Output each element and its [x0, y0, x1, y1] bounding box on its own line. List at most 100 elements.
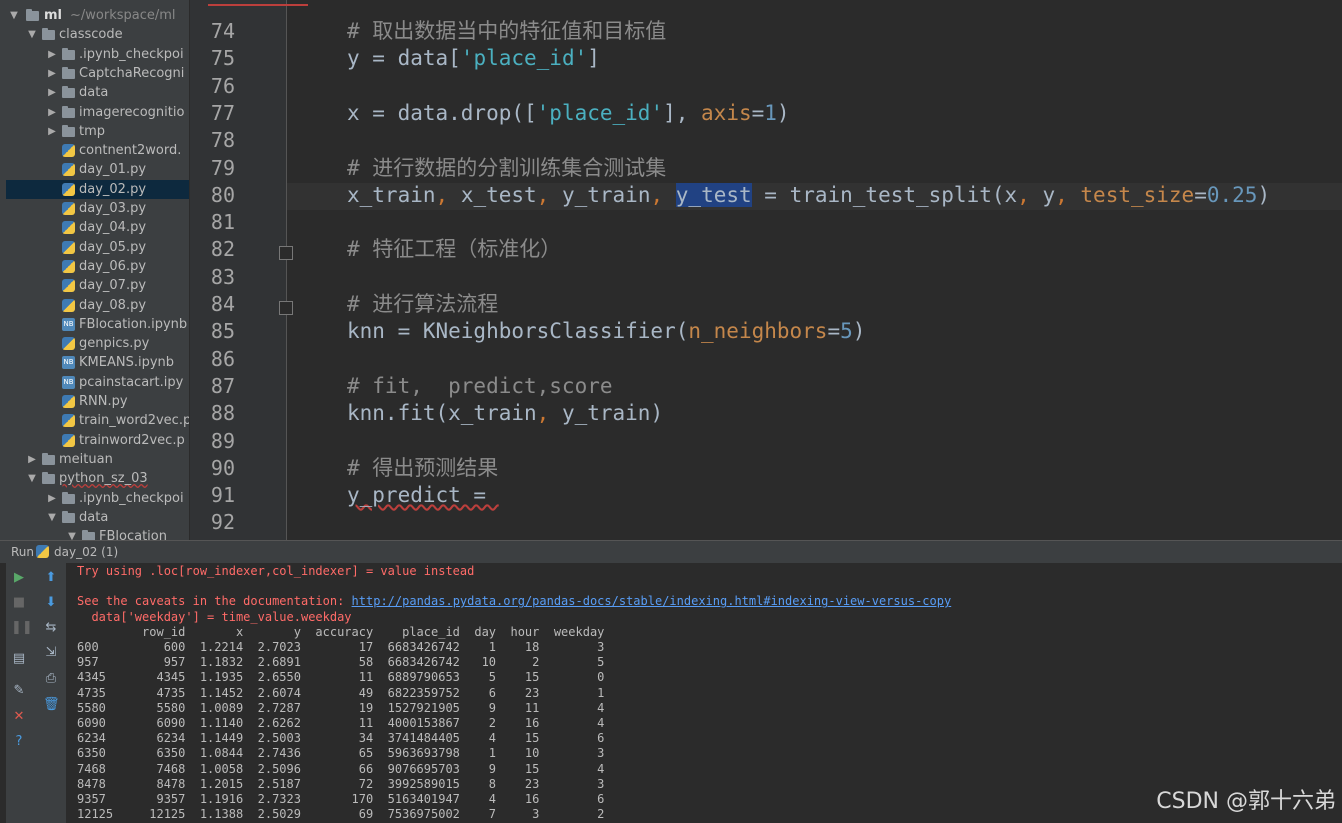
python-file-icon — [62, 414, 75, 428]
tree-item[interactable]: NB pcainstacart.ipy — [6, 373, 189, 392]
code-line[interactable]: # 得出预测结果 — [347, 455, 498, 482]
tree-item-label: tmp — [79, 123, 106, 139]
expanded-arrow-icon[interactable]: ▼ — [66, 527, 78, 540]
tree-item[interactable]: day_07.py — [6, 276, 189, 295]
code-token: knn = KNeighborsClassifier( — [347, 319, 689, 344]
code-line[interactable]: x_train, x_test, y_train, y_test = train… — [347, 182, 1270, 209]
code-line[interactable]: # 特征工程（标准化） — [347, 236, 561, 263]
tree-item[interactable]: ▶ CaptchaRecogni — [6, 64, 189, 83]
tree-item[interactable]: ▶ imagerecognitio — [6, 103, 189, 122]
line-number: 76 — [210, 73, 235, 98]
tree-item[interactable]: ▼ FBlocation — [6, 527, 189, 540]
soft-wrap-icon[interactable]: ⇆ — [43, 620, 59, 636]
run-console-output[interactable]: Try using .loc[row_indexer,col_indexer] … — [66, 563, 1342, 823]
run-config-name[interactable]: day_02 (1) — [54, 541, 118, 563]
editor-tab-indicator[interactable] — [208, 0, 308, 6]
tree-item[interactable]: ▼ python_sz_03 — [6, 469, 189, 488]
tree-item[interactable]: NB FBlocation.ipynb — [6, 315, 189, 334]
tree-item[interactable]: contnent2word. — [6, 141, 189, 160]
tree-item[interactable]: day_03.py — [6, 199, 189, 218]
tree-item[interactable]: train_word2vec.p — [6, 411, 189, 430]
line-number: 86 — [210, 346, 235, 371]
code-token: test_size — [1080, 182, 1195, 207]
notebook-file-icon: NB — [62, 375, 75, 389]
tree-item[interactable]: ▶ data — [6, 83, 189, 102]
collapsed-arrow-icon[interactable]: ▶ — [46, 83, 58, 102]
fold-marker[interactable] — [279, 246, 293, 260]
console-table-row: 957 957 1.1832 2.6891 58 6683426742 10 2… — [77, 655, 604, 670]
tree-item[interactable]: day_02.py — [6, 179, 189, 199]
console-table-row: 5580 5580 1.0089 2.7287 19 1527921905 9 … — [77, 701, 604, 716]
code-token: knn.fit(x_train — [347, 401, 537, 426]
code-token: # 进行算法流程 — [347, 292, 499, 316]
expanded-arrow-icon[interactable]: ▼ — [26, 469, 38, 488]
tree-item-label: day_04.py — [79, 220, 147, 236]
tree-item-label: day_02.py — [79, 181, 147, 197]
tree-item[interactable]: day_08.py — [6, 296, 189, 315]
tree-item[interactable]: ▶ tmp — [6, 122, 189, 141]
pause-icon[interactable]: ❚❚ — [11, 620, 33, 636]
tree-item[interactable]: day_05.py — [6, 238, 189, 257]
code-line[interactable]: x = data.drop(['place_id'], axis=1) — [347, 100, 790, 127]
console-text: 9357 9357 1.1916 2.7323 170 5163401947 4… — [77, 792, 605, 806]
code-line[interactable]: y = data['place_id'] — [347, 45, 600, 72]
line-number: 88 — [210, 401, 235, 426]
project-tree[interactable]: ▼ ml ~/workspace/ml ▼ classcode ▶ .ipynb_check… — [6, 0, 189, 540]
tree-root[interactable]: ▼ ml ~/workspace/ml — [6, 6, 189, 25]
tree-item[interactable]: trainword2vec.p — [6, 431, 189, 450]
collapsed-arrow-icon[interactable]: ▶ — [46, 489, 58, 508]
code-token: y_train — [561, 182, 651, 207]
console-text: 5580 5580 1.0089 2.7287 19 1527921905 9 … — [77, 700, 605, 715]
arrow-up-icon[interactable]: ⬆ — [43, 570, 59, 586]
code-token: , — [536, 401, 562, 426]
collapsed-arrow-icon[interactable]: ▶ — [26, 450, 38, 469]
collapsed-arrow-icon[interactable]: ▶ — [46, 103, 58, 122]
tree-item[interactable]: NB KMEANS.ipynb — [6, 353, 189, 372]
stop-icon[interactable]: ■ — [11, 595, 27, 611]
tree-item[interactable]: ▼ data — [6, 508, 189, 527]
tree-item[interactable]: ▼ classcode — [6, 25, 189, 44]
code-token: = — [751, 100, 765, 125]
tree-item[interactable]: ▶ .ipynb_checkpoi — [6, 45, 189, 64]
code-line[interactable]: # 进行算法流程 — [347, 291, 498, 318]
tree-item[interactable]: genpics.py — [6, 334, 189, 353]
arrow-down-icon[interactable]: ⬇ — [43, 595, 59, 611]
code-line[interactable]: knn.fit(x_train, y_train) — [347, 400, 663, 427]
tree-item[interactable]: ▶ .ipynb_checkpoi — [6, 489, 189, 508]
code-line[interactable]: knn = KNeighborsClassifier(n_neighbors=5… — [347, 318, 865, 345]
code-line[interactable]: # fit, predict,score — [347, 373, 613, 400]
code-token: , — [1055, 182, 1081, 207]
pin-icon[interactable]: ✎ — [11, 683, 27, 699]
folder-icon — [62, 86, 75, 99]
tree-item[interactable]: ▶ meituan — [6, 450, 189, 469]
close-icon[interactable]: ✕ — [11, 709, 27, 725]
expanded-arrow-icon[interactable]: ▼ — [46, 508, 58, 527]
tree-item[interactable]: day_04.py — [6, 218, 189, 237]
tree-item[interactable]: day_06.py — [6, 257, 189, 276]
scroll-to-end-icon[interactable]: ⇲ — [43, 645, 59, 661]
tree-item[interactable]: day_01.py — [6, 160, 189, 179]
play-icon[interactable]: ▶ — [11, 570, 27, 586]
code-line[interactable]: y_predict = — [347, 482, 499, 509]
help-icon[interactable]: ? — [11, 734, 27, 750]
console-table-row: row_id x y accuracy place_id day hour we… — [77, 625, 604, 640]
expanded-arrow-icon[interactable]: ▼ — [26, 25, 38, 44]
console-text: 600 600 1.2214 2.7023 17 6683426742 1 18… — [77, 640, 605, 654]
collapsed-arrow-icon[interactable]: ▶ — [46, 64, 58, 83]
fold-marker[interactable] — [279, 301, 293, 315]
code-editor[interactable]: 74 75 76 77 78 79 80 81 82 83 84 85 86 87 88 89 90 91 92 #… — [190, 0, 1342, 540]
docs-link[interactable]: http://pandas.pydata.org/pandas-docs/sta… — [352, 594, 952, 608]
collapsed-arrow-icon[interactable]: ▶ — [46, 122, 58, 141]
tree-item[interactable]: RNN.py — [6, 392, 189, 411]
console-table-row: 4735 4735 1.1452 2.6074 49 6822359752 6 … — [77, 686, 604, 701]
notebook-file-icon: NB — [62, 356, 75, 370]
code-line[interactable]: # 进行数据的分割训练集合测试集 — [347, 155, 666, 182]
trash-icon[interactable]: 🗑 — [43, 697, 60, 713]
restore-layout-icon[interactable]: ▤ — [11, 651, 27, 667]
console-line: Try using .loc[row_indexer,col_indexer] … — [77, 564, 474, 579]
code-token: y_test — [675, 182, 752, 207]
print-icon[interactable]: ⎙ — [43, 671, 59, 687]
collapsed-arrow-icon[interactable]: ▶ — [46, 45, 58, 64]
expanded-arrow-icon[interactable]: ▼ — [8, 6, 20, 25]
code-line[interactable]: # 取出数据当中的特征值和目标值 — [347, 18, 666, 45]
